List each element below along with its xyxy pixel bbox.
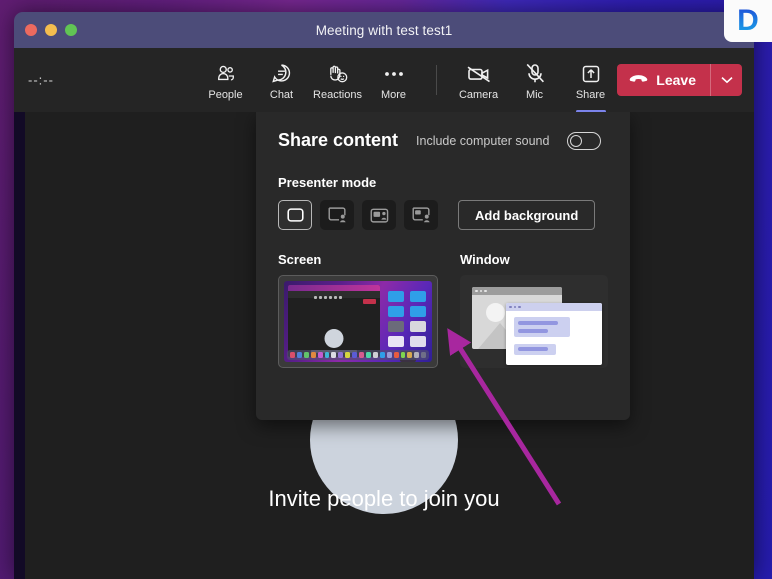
thumbnail-app-window (288, 285, 380, 357)
teams-meeting-window: Meeting with test test1 --:-- People Cha… (14, 12, 754, 579)
presenter-mode-content-only[interactable] (278, 200, 312, 230)
corner-logo-letter: D (737, 4, 759, 37)
include-computer-sound-label: Include computer sound (416, 133, 550, 148)
meeting-timer: --:-- (28, 72, 54, 88)
presenter-mode-options: Add background (278, 200, 608, 230)
more-icon (383, 62, 405, 86)
thumbnail-dock (287, 350, 429, 360)
toolbar-item-label: Reactions (313, 88, 362, 101)
leave-button-label: Leave (656, 72, 696, 88)
toolbar-item-mic[interactable]: Mic (507, 60, 563, 101)
toolbar-item-label: Camera (458, 88, 499, 101)
share-panel-header: Share content Include computer sound (278, 130, 608, 151)
mic-off-icon (524, 62, 546, 86)
presenter-mode-standout[interactable] (320, 200, 354, 230)
add-background-label: Add background (475, 207, 579, 223)
share-sources: Screen Window (278, 252, 608, 368)
people-icon (215, 62, 237, 86)
camera-off-icon (466, 62, 492, 86)
leave-control-group: Leave (617, 64, 742, 96)
meeting-stage: Invite people to join you Share content … (14, 112, 754, 579)
share-icon (581, 62, 601, 86)
toolbar-item-label: Chat (269, 88, 294, 101)
maximize-window-button[interactable] (65, 24, 77, 36)
leave-button[interactable]: Leave (617, 64, 710, 96)
thumbnail-front-window (506, 303, 602, 365)
leave-options-button[interactable] (710, 64, 742, 96)
app-corner-logo: D (724, 0, 772, 42)
window-titlebar: Meeting with test test1 (14, 12, 754, 48)
meeting-toolbar: --:-- People Chat Reactions More Camera … (14, 48, 754, 113)
invite-message: Invite people to join you (268, 486, 500, 511)
toolbar-item-camera[interactable]: Camera (451, 60, 507, 101)
window-label: Window (460, 252, 510, 267)
screen-label: Screen (278, 252, 322, 267)
presenter-mode-side-by-side[interactable] (362, 200, 396, 230)
window-traffic-lights[interactable] (25, 24, 77, 36)
hangup-icon (629, 72, 648, 88)
share-content-title: Share content (278, 130, 399, 150)
chat-icon (271, 62, 292, 86)
minimize-window-button[interactable] (45, 24, 57, 36)
toolbar-item-label: More (380, 88, 407, 101)
toolbar-item-reactions[interactable]: Reactions (310, 60, 366, 101)
stage-left-rail (14, 112, 25, 579)
toolbar-item-share[interactable]: Share (563, 60, 619, 113)
window-source-column: Window (460, 252, 608, 368)
reactions-icon (326, 62, 349, 86)
toolbar-item-label: Mic (525, 88, 544, 101)
toolbar-item-label: Share (575, 88, 606, 101)
presenter-mode-label: Presenter mode (278, 175, 377, 190)
add-background-button[interactable]: Add background (458, 200, 596, 230)
window-thumbnail (468, 283, 602, 365)
share-content-panel: Share content Include computer sound Pre… (256, 112, 630, 420)
toggle-knob (570, 134, 583, 147)
toolbar-item-chat[interactable]: Chat (254, 60, 310, 101)
screen-thumbnail (284, 281, 432, 362)
screen-share-tile[interactable] (278, 275, 438, 368)
window-share-tile[interactable] (460, 275, 608, 368)
toolbar-item-label: People (208, 88, 243, 101)
include-computer-sound-toggle[interactable] (567, 131, 602, 150)
window-title: Meeting with test test1 (315, 22, 453, 38)
toolbar-item-more[interactable]: More (366, 60, 422, 101)
screen-source-column: Screen (278, 252, 438, 368)
toolbar-divider (435, 65, 437, 95)
toolbar-item-people[interactable]: People (198, 60, 254, 101)
chevron-down-icon (720, 71, 733, 89)
close-window-button[interactable] (25, 24, 37, 36)
presenter-mode-reporter[interactable] (404, 200, 438, 230)
toolbar-controls: People Chat Reactions More Camera Mic Sh… (198, 60, 619, 113)
